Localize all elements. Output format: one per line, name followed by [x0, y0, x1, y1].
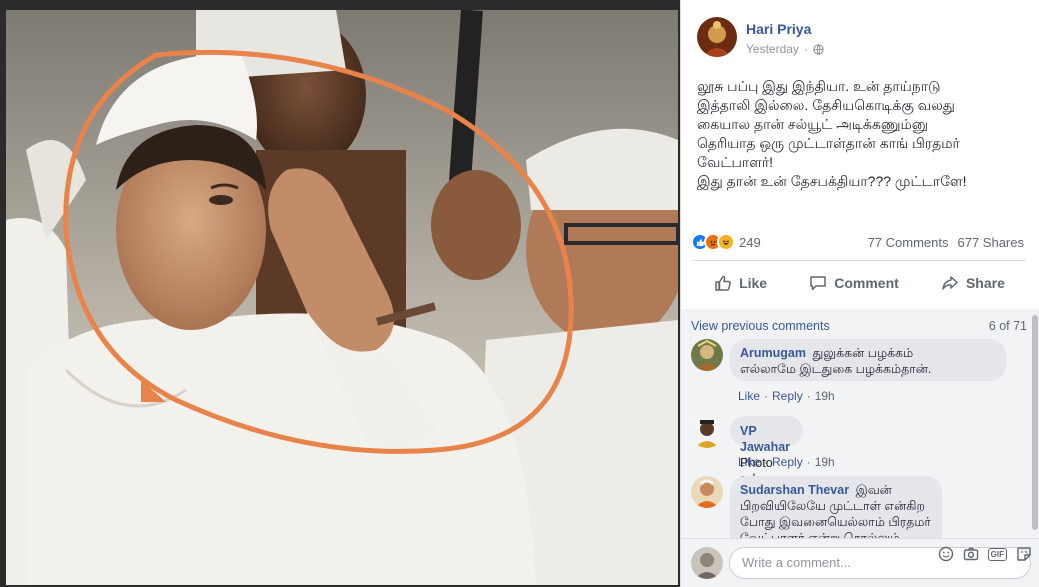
reaction-icons[interactable] [691, 233, 735, 251]
post-text-line: கையால தான் சல்யூட் அடிக்கணும்னு [697, 116, 928, 132]
separator-dot: · [764, 389, 769, 403]
shares-count[interactable]: 677 Shares [958, 235, 1025, 250]
photo-illustration [6, 10, 678, 585]
comment-position: 6 of 71 [988, 319, 1027, 333]
composer-icons: GIF [938, 546, 1032, 562]
share-button[interactable]: Share [941, 274, 1005, 292]
thumbs-up-icon [715, 275, 731, 291]
view-previous-comments-link[interactable]: View previous comments [691, 319, 830, 333]
gif-button[interactable]: GIF [987, 547, 1007, 561]
post-text-line: லூசு பப்பு இது இந்தியா. உன் தாய்நாடு [697, 78, 941, 94]
separator-dot: · [806, 455, 811, 469]
author-avatar[interactable] [697, 17, 737, 57]
commenter-avatar[interactable] [691, 416, 723, 448]
comment-actions: Like · Reply · 19h [738, 455, 835, 469]
comment-reply-link[interactable]: Reply [772, 389, 803, 403]
reactions-row: 249 77 Comments 677 Shares [691, 231, 1024, 253]
post-side-panel: Hari Priya Yesterday · லூசு பப்பு இது இந… [680, 0, 1039, 587]
comment-like-link[interactable]: Like [738, 455, 760, 469]
share-label: Share [965, 275, 1005, 291]
post-time[interactable]: Yesterday [746, 42, 799, 56]
post-actions: Like Comment Share [693, 265, 1026, 301]
post-text-line: இது தான் உன் தேசபக்தியா??? முட்டாளே! [697, 173, 967, 189]
comment-label: Comment [834, 275, 899, 291]
comment-text: துலுக்கன் பழக்கம் [812, 346, 914, 360]
comments-count[interactable]: 77 Comments [868, 235, 949, 250]
comment-text: போது இவனையெல்லாம் பிரதமர் [740, 515, 931, 529]
comments-scrollbar[interactable] [1032, 315, 1038, 530]
comment-text: இவன் [855, 483, 892, 497]
share-arrow-icon [942, 276, 958, 290]
post-text-line: வேட்பாளர்! [697, 154, 774, 170]
comment-bubble: VP Jawahar Photo svhop work [730, 416, 804, 502]
current-user-avatar[interactable] [691, 547, 723, 579]
author-name[interactable]: Hari Priya [746, 21, 811, 37]
post-counts: 77 Comments 677 Shares [868, 235, 1024, 250]
post-photo[interactable] [6, 10, 678, 585]
sticker-icon[interactable] [1016, 546, 1032, 562]
comment-composer: Write a comment... GIF [681, 538, 1039, 587]
photo-viewer [0, 0, 680, 587]
comment-button[interactable]: Comment [809, 274, 899, 292]
globe-icon[interactable] [813, 43, 824, 55]
divider [693, 260, 1026, 261]
emoji-icon[interactable] [938, 546, 954, 562]
comment-like-link[interactable]: Like [738, 389, 760, 403]
comment-reply-link[interactable]: Reply [772, 455, 803, 469]
comment-time[interactable]: 19h [815, 389, 835, 403]
comment-actions: Like · Reply · 19h [738, 389, 835, 403]
like-label: Like [739, 275, 768, 291]
comment-text: பிறவியிலேயே முட்டாள் என்கிற [740, 499, 925, 513]
haha-reaction-icon [717, 233, 735, 251]
post-meta: Yesterday · [746, 42, 824, 56]
comment-text: எல்லாமே இடதுகை பழக்கம்தான். [740, 362, 932, 376]
speech-bubble-icon [810, 276, 826, 291]
camera-icon[interactable] [963, 546, 979, 562]
like-button[interactable]: Like [714, 274, 767, 292]
commenter-name[interactable]: Sudarshan Thevar [740, 483, 849, 497]
separator-dot: · [806, 389, 811, 403]
separator-dot: · [764, 455, 769, 469]
commenter-name[interactable]: Arumugam [740, 346, 806, 360]
commenter-avatar[interactable] [691, 476, 723, 508]
post-text: லூசு பப்பு இது இந்தியா. உன் தாய்நாடு இத்… [697, 77, 1027, 191]
post-text-line: தெரியாத ஒரு முட்டாள்தான் காங் பிரதமர் [697, 135, 960, 151]
commenter-avatar[interactable] [691, 339, 723, 371]
commenter-name[interactable]: VP Jawahar [740, 424, 790, 454]
reaction-count[interactable]: 249 [739, 235, 761, 250]
post-text-line: இத்தாலி இல்லை. தேசியகொடிக்கு வலது [697, 97, 955, 113]
comment-time[interactable]: 19h [815, 455, 835, 469]
comment-bubble: Arumugam துலுக்கன் பழக்கம் எல்லாமே இடதுக… [730, 339, 1006, 381]
separator-dot: · [803, 42, 808, 56]
